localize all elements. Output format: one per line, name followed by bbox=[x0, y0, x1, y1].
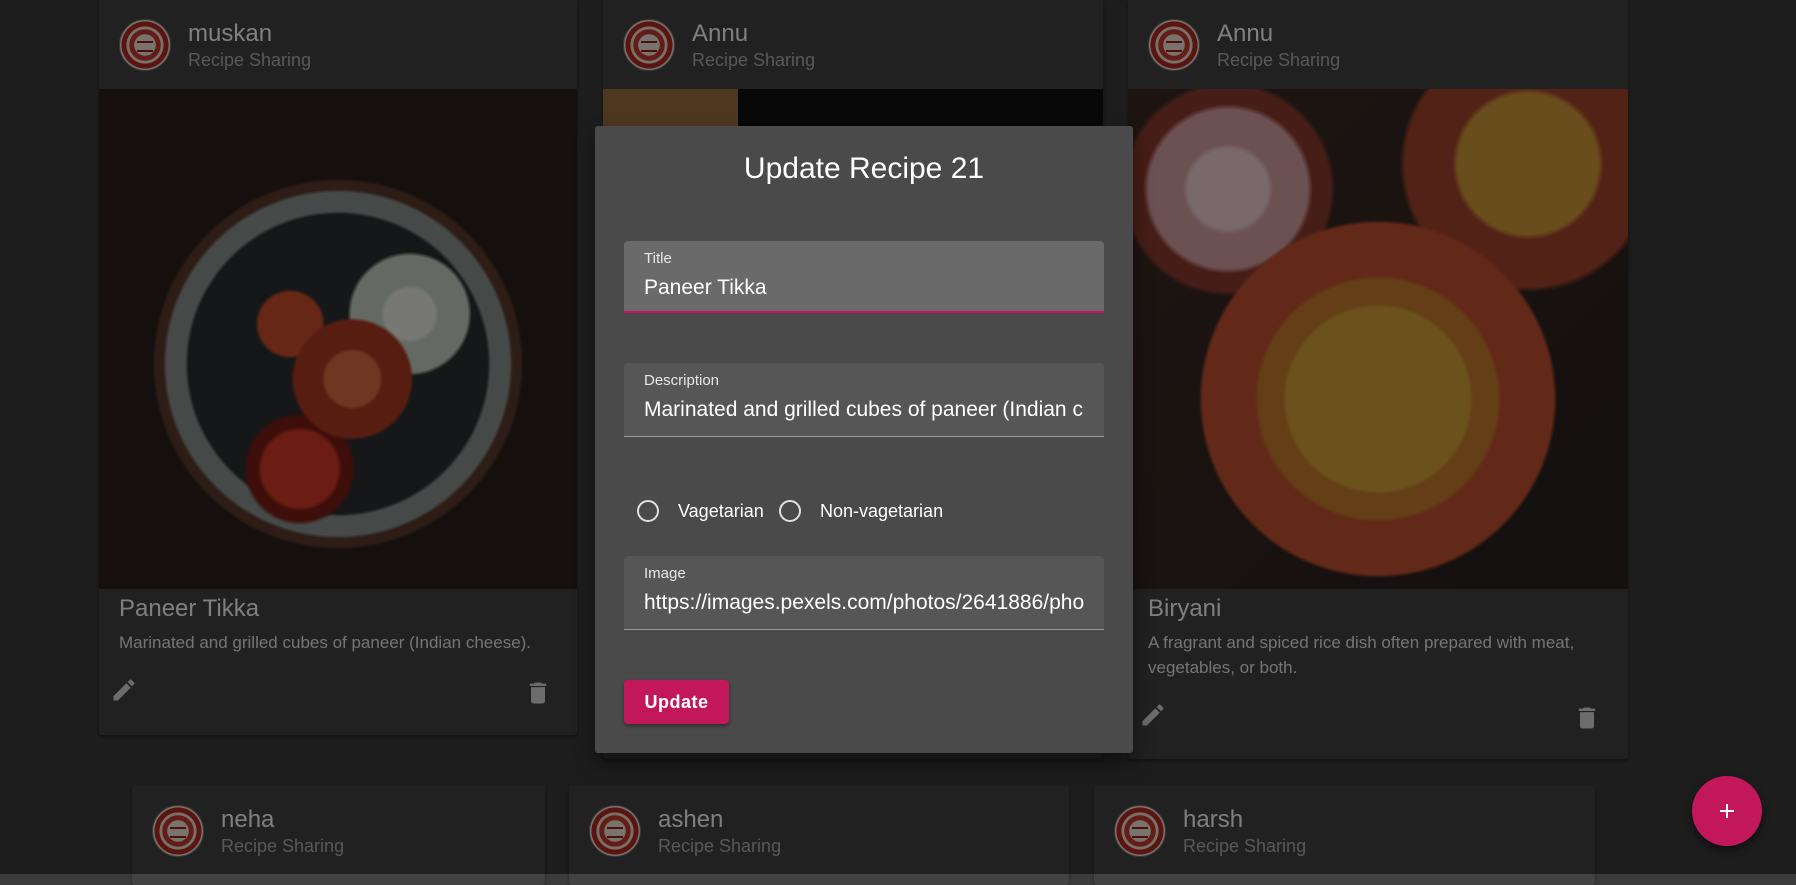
radio-non-vegetarian[interactable]: Non-vagetarian bbox=[779, 497, 959, 527]
radio-label: Non-vagetarian bbox=[820, 501, 944, 521]
image-field-value[interactable]: https://images.pexels.com/photos/2641886… bbox=[644, 591, 1084, 615]
description-field[interactable]: Description Marinated and grilled cubes … bbox=[624, 363, 1104, 437]
description-field-value[interactable]: Marinated and grilled cubes of paneer (I… bbox=[644, 398, 1084, 422]
add-recipe-button[interactable] bbox=[1692, 776, 1762, 846]
radio-label: Vagetarian bbox=[678, 501, 764, 521]
title-field[interactable]: Title Paneer Tikka bbox=[624, 241, 1104, 313]
title-field-value[interactable]: Paneer Tikka bbox=[644, 276, 1084, 300]
description-field-label: Description bbox=[644, 372, 720, 389]
title-field-label: Title bbox=[644, 250, 672, 267]
radio-circle[interactable] bbox=[637, 500, 659, 522]
update-recipe-dialog: Update Recipe 21 Title Paneer Tikka Desc… bbox=[595, 126, 1133, 753]
radio-circle[interactable] bbox=[779, 500, 801, 522]
update-button[interactable]: Update bbox=[624, 680, 729, 724]
dialog-title: Update Recipe 21 bbox=[743, 152, 985, 185]
radio-vegetarian[interactable]: Vagetarian bbox=[637, 497, 777, 527]
image-field[interactable]: Image https://images.pexels.com/photos/2… bbox=[624, 556, 1104, 630]
plus-icon bbox=[1720, 804, 1734, 818]
image-field-label: Image bbox=[644, 565, 686, 582]
